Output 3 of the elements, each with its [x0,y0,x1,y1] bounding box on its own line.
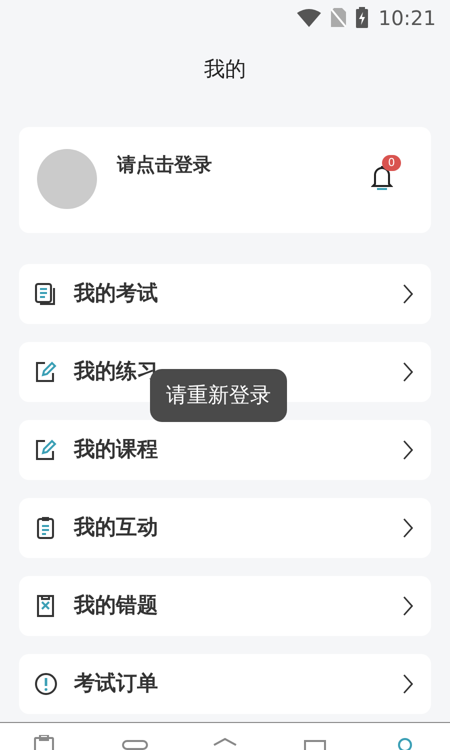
page-title: 我的 [204,56,246,84]
notification-badge: 0 [382,155,401,171]
status-time: 10:21 [378,4,436,32]
